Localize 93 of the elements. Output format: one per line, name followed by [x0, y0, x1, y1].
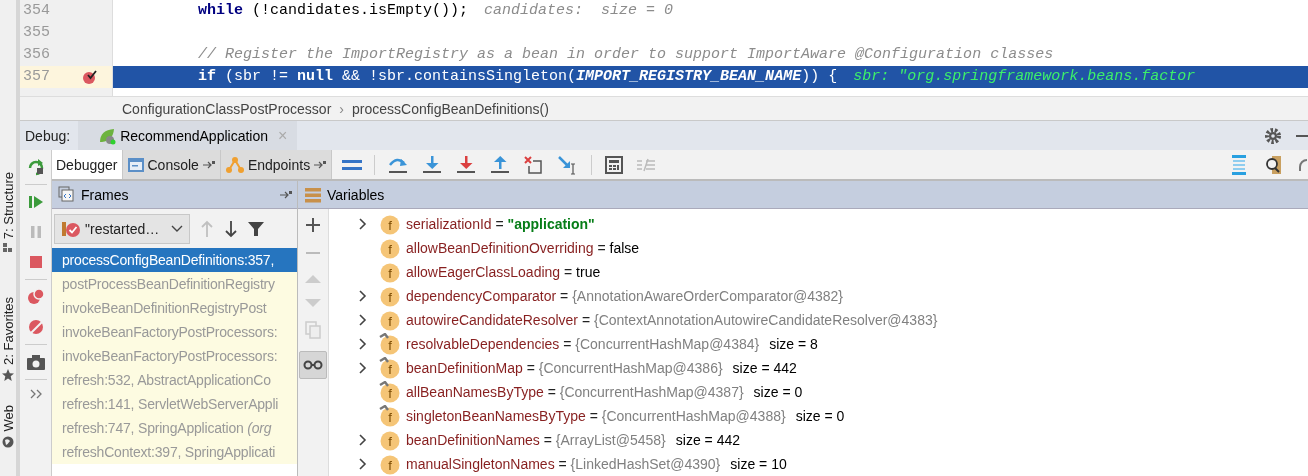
variable-entry[interactable]: singletonBeanNamesByType = {ConcurrentHashMap@4388} — [406, 408, 786, 424]
debug-label: Debug: — [24, 127, 72, 144]
variable-entry[interactable]: allBeanNamesByType = {ConcurrentHashMap@4387} — [406, 384, 744, 400]
chevron-right-icon[interactable] — [357, 290, 369, 302]
rerun-icon[interactable] — [26, 158, 45, 176]
more-icon[interactable] — [28, 388, 43, 400]
chevron-right-icon[interactable] — [357, 218, 369, 230]
code-line: while (!candidates.isEmpty()); — [198, 2, 469, 19]
thread-icon — [61, 219, 81, 238]
variable-entry[interactable]: serializationId = "application" — [406, 216, 595, 232]
variable-entry[interactable]: dependencyComparator = {AnnotationAwareOrderComparator@4382} — [406, 288, 843, 304]
variable-entry[interactable]: allowBeanDefinitionOverriding = false — [406, 240, 640, 256]
field-icon: f — [379, 213, 401, 235]
field-icon: f — [379, 309, 401, 331]
chevron-right-icon[interactable] — [357, 434, 369, 446]
field-icon: f — [379, 429, 401, 451]
pin-icon[interactable] — [201, 159, 216, 170]
tool-tab[interactable]: Endpoints — [220, 150, 333, 179]
thread-dropdown[interactable]: "restarted… — [54, 213, 190, 244]
size-label: size = 10 — [730, 456, 787, 472]
line-number: 357 — [20, 66, 68, 88]
breakpoint-gutter[interactable] — [68, 66, 113, 88]
field-final-icon: f — [379, 333, 401, 355]
breadcrumb-separator: › — [339, 100, 344, 117]
breakpoint-icon[interactable] — [82, 69, 98, 85]
console-icon — [126, 156, 145, 173]
inline-value-hint: candidates: size = 0 — [484, 2, 674, 19]
breakpoints-icon[interactable] — [26, 288, 45, 306]
panel-title: Frames — [81, 186, 129, 203]
tool-tab[interactable]: Debugger — [52, 150, 123, 179]
frames-icon — [58, 185, 76, 204]
memory-search-icon[interactable] — [1264, 154, 1284, 175]
calculator-icon[interactable] — [604, 154, 625, 175]
structure-icon[interactable] — [3, 243, 13, 254]
tool-tab[interactable]: Console — [122, 150, 221, 179]
variable-entry[interactable]: allowEagerClassLoading = true — [406, 264, 601, 280]
variable-entry[interactable]: beanDefinitionMap = {ConcurrentHashMap@4386} — [406, 360, 723, 376]
threads-icon[interactable] — [1230, 153, 1248, 176]
line-number: 354 — [20, 0, 68, 22]
tool-window-tab[interactable]: 7: Structure — [0, 170, 16, 242]
code-line: if (sbr != null && !sbr.containsSingleton(IMPORT_REGISTRY_BEAN_NAME)) { — [198, 68, 838, 85]
field-icon: f — [379, 453, 401, 475]
size-label: size = 8 — [769, 336, 818, 352]
size-label: size = 0 — [795, 408, 845, 424]
chevron-right-icon[interactable] — [357, 458, 369, 470]
tool-window-tab[interactable]: 2: Favorites — [0, 295, 16, 368]
field-final-icon: f — [379, 381, 401, 403]
mute-breakpoints-icon[interactable] — [26, 318, 45, 336]
chevron-down-icon — [171, 224, 183, 233]
variables-icon — [304, 185, 322, 204]
endpoints-icon — [224, 155, 245, 174]
chevron-right-icon[interactable] — [357, 338, 369, 350]
settings-icon[interactable] — [1264, 126, 1282, 145]
field-icon: f — [379, 261, 401, 283]
globe-icon[interactable] — [2, 435, 14, 448]
panel-title: Variables — [327, 186, 385, 203]
breadcrumb-item[interactable]: processConfigBeanDefinitions() — [352, 100, 549, 117]
line-number: 356 — [20, 44, 68, 66]
layout-icon[interactable] — [342, 157, 363, 172]
add-icon[interactable] — [305, 217, 321, 233]
size-label: size = 0 — [753, 384, 803, 400]
size-label: size = 442 — [732, 360, 797, 376]
field-final-icon: f — [379, 357, 401, 379]
glasses-toggle[interactable] — [299, 351, 327, 379]
variable-entry[interactable]: beanDefinitionNames = {ArrayList@5458} — [406, 432, 666, 448]
tool-window-tab[interactable]: Web — [0, 403, 16, 434]
line-number: 355 — [20, 22, 68, 44]
code-line: // Register the ImportRegistry as a bean in order to support ImportAware @Configuration classes — [198, 46, 1054, 63]
chevron-right-icon[interactable] — [357, 362, 369, 374]
stack-frame[interactable]: processConfigBeanDefinitions:357, — [52, 248, 297, 272]
step-out-icon[interactable] — [489, 154, 512, 175]
step-into-icon[interactable] — [421, 154, 444, 175]
variable-entry[interactable]: resolvableDependencies = {ConcurrentHashMap@4384} — [406, 336, 760, 352]
session-tab[interactable]: RecommendApplication × — [78, 120, 298, 151]
variable-entry[interactable]: autowireCandidateResolver = {ContextAnnotationAutowireCandidateResolver@4383} — [406, 312, 938, 328]
field-final-icon: f — [379, 405, 401, 427]
field-icon: f — [379, 237, 401, 259]
size-label: size = 442 — [675, 432, 740, 448]
glasses-icon — [303, 360, 323, 370]
inline-value-hint: sbr: "org.springframework.beans.factor — [853, 68, 1196, 85]
pin-icon[interactable] — [313, 159, 328, 170]
pin-icon[interactable] — [279, 189, 293, 200]
camera-icon[interactable] — [25, 353, 46, 371]
resume-icon[interactable] — [26, 193, 45, 211]
filter-icon[interactable] — [248, 220, 264, 237]
chevron-right-icon[interactable] — [357, 314, 369, 326]
star-icon[interactable] — [2, 369, 14, 382]
force-step-into-icon[interactable] — [455, 154, 478, 175]
spring-leaf-icon — [98, 126, 117, 145]
field-icon: f — [379, 285, 401, 307]
variable-entry[interactable]: manualSingletonNames = {LinkedHashSet@4390} — [406, 456, 721, 472]
arrow-down-icon[interactable] — [224, 219, 238, 238]
breadcrumb-item[interactable]: ConfigurationClassPostProcessor — [122, 100, 332, 117]
